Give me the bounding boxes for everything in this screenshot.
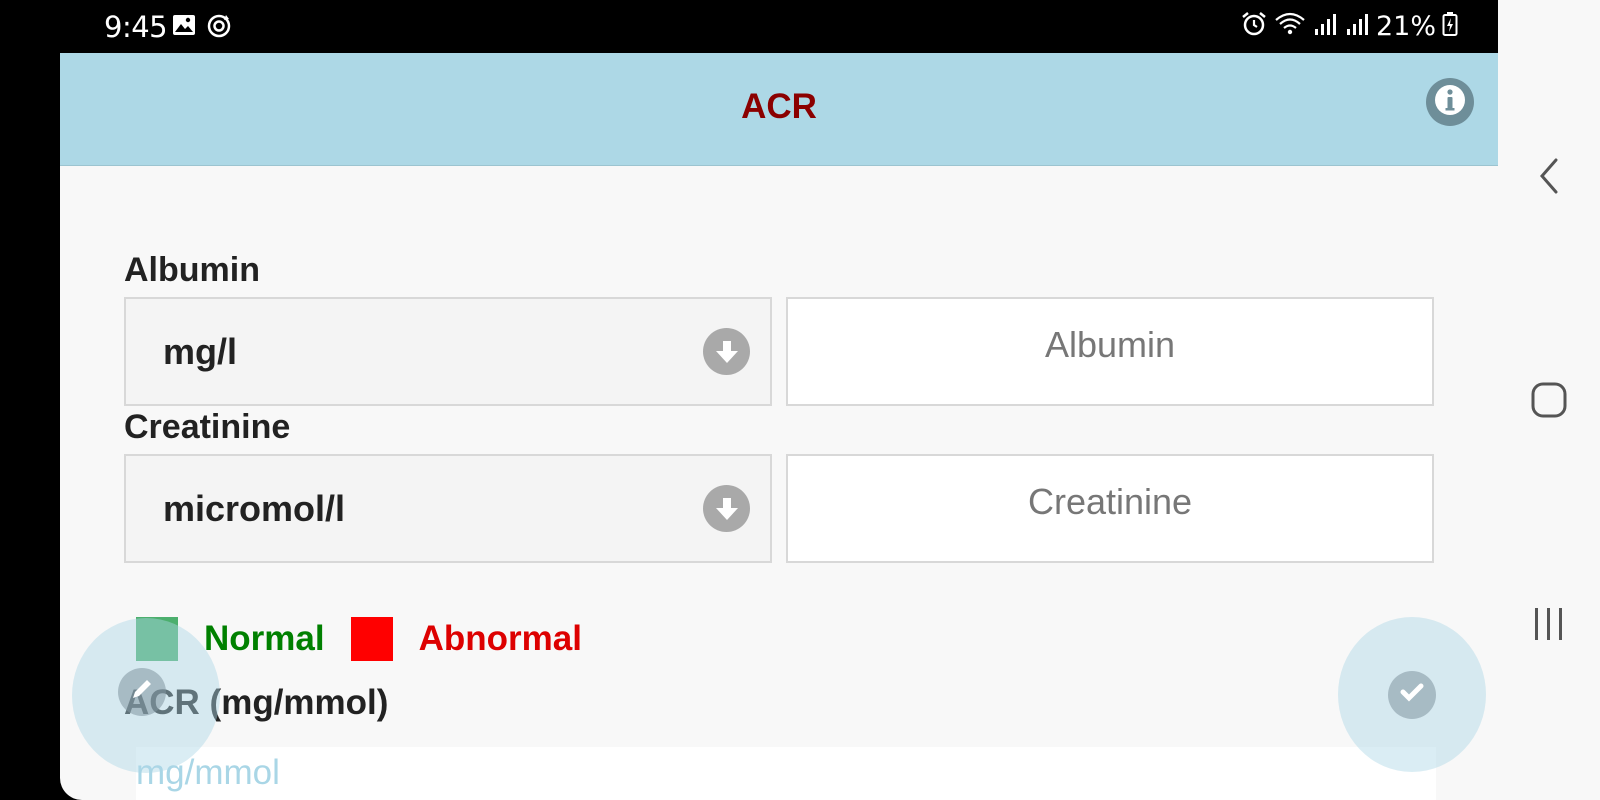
albumin-unit-select[interactable]: mg/l [124, 297, 772, 406]
creatinine-unit-value: micromol/l [163, 488, 346, 529]
info-button[interactable] [1426, 78, 1474, 126]
wifi-icon [1274, 11, 1306, 42]
home-button[interactable] [1498, 374, 1600, 430]
battery-icon [1442, 11, 1458, 42]
pencil-icon [127, 674, 157, 709]
recents-icon [1531, 604, 1567, 649]
creatinine-label: Creatinine [124, 408, 291, 446]
arrow-down-icon [703, 485, 750, 532]
alarm-icon [1240, 10, 1268, 43]
abnormal-label: Abnormal [418, 619, 582, 658]
confirm-button[interactable] [1338, 617, 1486, 772]
edit-button[interactable] [72, 618, 220, 773]
signal-icon [1344, 11, 1370, 42]
albumin-unit-value: mg/l [163, 331, 238, 372]
back-icon [1534, 154, 1564, 203]
app-header: ACR [60, 53, 1498, 166]
sync-icon [206, 13, 232, 44]
creatinine-unit-select[interactable]: micromol/l [124, 454, 772, 563]
app-window: ACR Albumin mg/l Creatinine micromol/l N… [60, 53, 1498, 800]
gallery-icon [172, 13, 196, 42]
info-icon [1426, 76, 1474, 129]
normal-label: Normal [204, 619, 325, 658]
page-title: ACR [741, 87, 817, 126]
albumin-input[interactable] [786, 297, 1434, 406]
abnormal-swatch [350, 617, 393, 661]
albumin-label: Albumin [124, 251, 260, 289]
battery-percentage: 21% [1375, 11, 1436, 42]
recents-button[interactable] [1498, 598, 1600, 654]
check-icon [1397, 677, 1427, 712]
signal-icon [1312, 11, 1338, 42]
arrow-down-icon [703, 328, 750, 375]
status-time: 9:45 [104, 10, 168, 44]
acr-result-field: mg/mmol [136, 747, 1436, 800]
home-icon [1529, 380, 1569, 425]
status-bar: 9:45 21% [0, 0, 1498, 53]
back-button[interactable] [1498, 150, 1600, 206]
system-nav-bar [1498, 0, 1600, 800]
creatinine-input[interactable] [786, 454, 1434, 563]
